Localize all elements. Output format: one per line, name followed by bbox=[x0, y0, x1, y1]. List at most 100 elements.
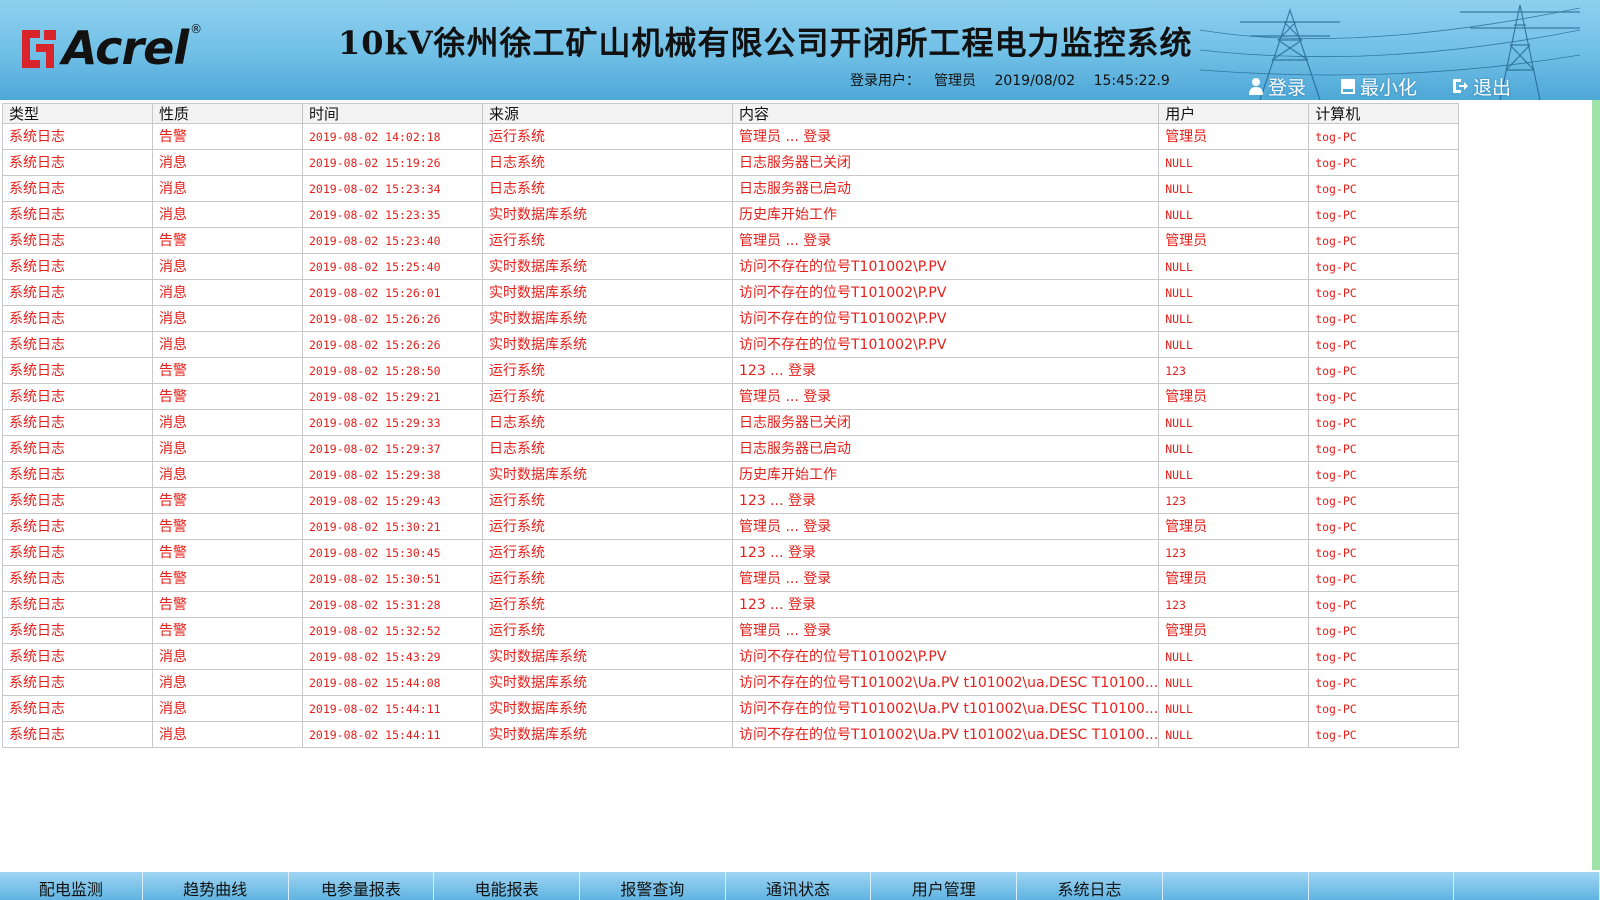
table-row[interactable]: 系统日志 消息 2019-08-02 15:44:11 实时数据库系统 访问不存在的位号… bbox=[2, 721, 1460, 748]
table-row[interactable]: 系统日志 告警 2019-08-02 15:30:51 运行系统 管理员 ... 登录管… bbox=[2, 565, 1460, 592]
cell-nature: 告警 bbox=[152, 487, 303, 514]
exit-button-label: 退出 bbox=[1473, 76, 1512, 99]
cell-user: 管理员 bbox=[1158, 123, 1310, 150]
column-nature-header[interactable]: 性质 bbox=[152, 103, 303, 124]
table-row[interactable]: 系统日志 消息 2019-08-02 15:29:33 日志系统 日志服务器已关闭 NUL… bbox=[2, 409, 1460, 436]
cell-source: 实时数据库系统 bbox=[482, 643, 733, 670]
cell-computer: tog-PC bbox=[1308, 357, 1460, 384]
table-row[interactable]: 系统日志 消息 2019-08-02 15:23:34 日志系统 日志服务器已启动 NUL… bbox=[2, 175, 1460, 202]
cell-computer: tog-PC bbox=[1308, 539, 1460, 566]
table-row[interactable]: 系统日志 消息 2019-08-02 15:29:37 日志系统 日志服务器已启动 NUL… bbox=[2, 435, 1460, 462]
cell-content: 管理员 ... 登录 bbox=[731, 227, 1160, 254]
cell-computer: tog-PC bbox=[1308, 591, 1460, 618]
table-row[interactable]: 系统日志 告警 2019-08-02 15:29:43 运行系统 123 ... 登录 1… bbox=[2, 487, 1460, 514]
cell-content: 访问不存在的位号T101002\Ua.PV t101002\ua.DESC T1… bbox=[731, 669, 1160, 696]
table-row[interactable]: 系统日志 消息 2019-08-02 15:44:08 实时数据库系统 访问不存在的位号… bbox=[2, 669, 1460, 696]
minimize-button[interactable]: 最小化 bbox=[1340, 72, 1417, 100]
table-body: 系统日志 告警 2019-08-02 14:02:18 运行系统 管理员 ... 登录管… bbox=[2, 123, 1460, 748]
nav-empty-2[interactable] bbox=[1309, 872, 1455, 900]
cell-content: 访问不存在的位号T101002\P.PV bbox=[731, 253, 1160, 280]
cell-user: NULL bbox=[1158, 175, 1310, 202]
nav-trend-curve[interactable]: 趋势曲线 bbox=[143, 872, 289, 900]
table-row[interactable]: 系统日志 消息 2019-08-02 15:25:40 实时数据库系统 访问不存在的位号… bbox=[2, 253, 1460, 280]
cell-type: 系统日志 bbox=[2, 201, 153, 228]
column-computer-header[interactable]: 计算机 bbox=[1308, 103, 1460, 124]
cell-source: 运行系统 bbox=[482, 565, 733, 592]
cell-computer: tog-PC bbox=[1308, 227, 1460, 254]
cell-nature: 告警 bbox=[152, 123, 303, 150]
cell-nature: 消息 bbox=[152, 721, 303, 748]
table-row[interactable]: 系统日志 消息 2019-08-02 15:29:38 实时数据库系统 历史库开始工作 N… bbox=[2, 461, 1460, 488]
nav-empty-3[interactable] bbox=[1454, 872, 1600, 900]
cell-source: 实时数据库系统 bbox=[482, 201, 733, 228]
logo-text: Acrel bbox=[62, 21, 189, 75]
cell-time: 2019-08-02 15:29:33 bbox=[302, 409, 483, 436]
nav-user-management[interactable]: 用户管理 bbox=[871, 872, 1018, 900]
cell-time: 2019-08-02 15:44:11 bbox=[302, 695, 483, 722]
table-row[interactable]: 系统日志 告警 2019-08-02 15:28:50 运行系统 123 ... 登录 1… bbox=[2, 357, 1460, 384]
column-content-header[interactable]: 内容 bbox=[731, 103, 1160, 124]
nav-energy-report[interactable]: 电能报表 bbox=[434, 872, 580, 900]
table-row[interactable]: 系统日志 消息 2019-08-02 15:23:35 实时数据库系统 历史库开始工作 N… bbox=[2, 201, 1460, 228]
cell-time: 2019-08-02 15:26:26 bbox=[302, 305, 483, 332]
cell-user: NULL bbox=[1158, 643, 1310, 670]
table-row[interactable]: 系统日志 告警 2019-08-02 15:23:40 运行系统 管理员 ... 登录管… bbox=[2, 227, 1460, 254]
column-source-header[interactable]: 来源 bbox=[482, 103, 733, 124]
cell-source: 实时数据库系统 bbox=[482, 253, 733, 280]
cell-type: 系统日志 bbox=[2, 643, 153, 670]
cell-time: 2019-08-02 15:23:35 bbox=[302, 201, 483, 228]
cell-type: 系统日志 bbox=[2, 357, 153, 384]
minimize-button-label: 最小化 bbox=[1360, 76, 1418, 99]
cell-user: NULL bbox=[1158, 279, 1310, 306]
cell-computer: tog-PC bbox=[1308, 461, 1460, 488]
cell-type: 系统日志 bbox=[2, 279, 153, 306]
cell-nature: 消息 bbox=[152, 253, 303, 280]
cell-time: 2019-08-02 15:26:01 bbox=[302, 279, 483, 306]
cell-nature: 消息 bbox=[152, 175, 303, 202]
cell-nature: 告警 bbox=[152, 539, 303, 566]
cell-source: 运行系统 bbox=[482, 513, 733, 540]
exit-button[interactable]: 退出 bbox=[1451, 72, 1511, 100]
cell-type: 系统日志 bbox=[2, 669, 153, 696]
cell-type: 系统日志 bbox=[2, 435, 153, 462]
nav-param-report[interactable]: 电参量报表 bbox=[289, 872, 435, 900]
table-row[interactable]: 系统日志 告警 2019-08-02 15:32:52 运行系统 管理员 ... 登录管… bbox=[2, 617, 1460, 644]
table-row[interactable]: 系统日志 告警 2019-08-02 15:31:28 运行系统 123 ... 登录 1… bbox=[2, 591, 1460, 618]
cell-nature: 消息 bbox=[152, 305, 303, 332]
table-row[interactable]: 系统日志 告警 2019-08-02 14:02:18 运行系统 管理员 ... 登录管… bbox=[2, 123, 1460, 150]
cell-content: 123 ... 登录 bbox=[731, 357, 1160, 384]
cell-content: 访问不存在的位号T101002\P.PV bbox=[731, 279, 1160, 306]
cell-nature: 告警 bbox=[152, 617, 303, 644]
nav-empty-1[interactable] bbox=[1163, 872, 1309, 900]
nav-system-log[interactable]: 系统日志 bbox=[1017, 872, 1163, 900]
acrel-logo-icon bbox=[22, 30, 56, 68]
column-type-header[interactable]: 类型 bbox=[2, 103, 153, 124]
login-label: 登录用户： bbox=[850, 73, 920, 89]
table-row[interactable]: 系统日志 消息 2019-08-02 15:44:11 实时数据库系统 访问不存在的位号… bbox=[2, 695, 1460, 722]
table-row[interactable]: 系统日志 告警 2019-08-02 15:30:45 运行系统 123 ... 登录 1… bbox=[2, 539, 1460, 566]
cell-computer: tog-PC bbox=[1308, 201, 1460, 228]
cell-type: 系统日志 bbox=[2, 591, 153, 618]
nav-power-monitoring[interactable]: 配电监测 bbox=[0, 872, 143, 900]
cell-type: 系统日志 bbox=[2, 305, 153, 332]
bottom-nav: 配电监测 趋势曲线 电参量报表 电能报表 报警查询 通讯状态 用户管理 系统日志 bbox=[0, 872, 1600, 900]
table-row[interactable]: 系统日志 消息 2019-08-02 15:26:26 实时数据库系统 访问不存在的位号… bbox=[2, 331, 1460, 358]
cell-computer: tog-PC bbox=[1308, 279, 1460, 306]
login-button[interactable]: 登录 bbox=[1248, 72, 1306, 100]
column-time-header[interactable]: 时间 bbox=[302, 103, 483, 124]
cell-computer: tog-PC bbox=[1308, 253, 1460, 280]
table-row[interactable]: 系统日志 消息 2019-08-02 15:26:26 实时数据库系统 访问不存在的位号… bbox=[2, 305, 1460, 332]
column-user-header[interactable]: 用户 bbox=[1158, 103, 1310, 124]
cell-source: 运行系统 bbox=[482, 383, 733, 410]
table-row[interactable]: 系统日志 告警 2019-08-02 15:30:21 运行系统 管理员 ... 登录管… bbox=[2, 513, 1460, 540]
table-row[interactable]: 系统日志 消息 2019-08-02 15:19:26 日志系统 日志服务器已关闭 NUL… bbox=[2, 149, 1460, 176]
table-row[interactable]: 系统日志 告警 2019-08-02 15:29:21 运行系统 管理员 ... 登录管… bbox=[2, 383, 1460, 410]
cell-source: 实时数据库系统 bbox=[482, 721, 733, 748]
table-row[interactable]: 系统日志 消息 2019-08-02 15:43:29 实时数据库系统 访问不存在的位号… bbox=[2, 643, 1460, 670]
table-row[interactable]: 系统日志 消息 2019-08-02 15:26:01 实时数据库系统 访问不存在的位号… bbox=[2, 279, 1460, 306]
cell-time: 2019-08-02 15:23:34 bbox=[302, 175, 483, 202]
nav-comm-status[interactable]: 通讯状态 bbox=[726, 872, 872, 900]
cell-type: 系统日志 bbox=[2, 383, 153, 410]
cell-user: 管理员 bbox=[1158, 383, 1310, 410]
nav-alarm-query[interactable]: 报警查询 bbox=[580, 872, 726, 900]
